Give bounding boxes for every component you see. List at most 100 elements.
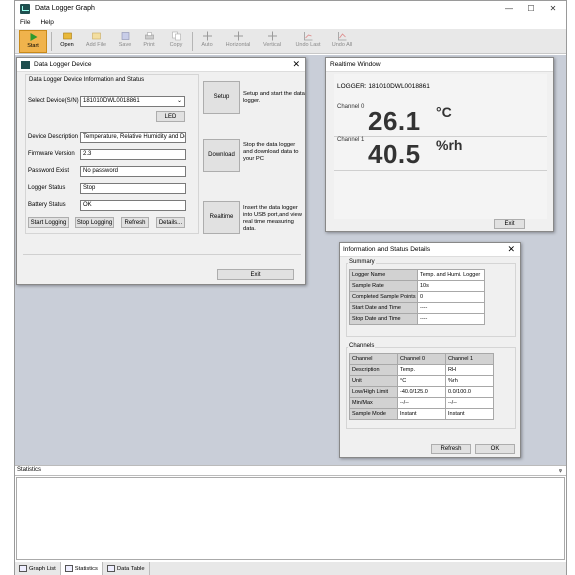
logger-status-label: Logger Status	[28, 185, 66, 191]
channels-row: Description Temp. RH	[349, 364, 494, 376]
device-select[interactable]: 181010DWL0018861 ⌄	[80, 96, 185, 107]
statistics-panel-header: Statistics ᵩ	[15, 465, 566, 476]
device-description-label: Device Description	[28, 134, 79, 140]
stop-logging-button[interactable]: Stop Logging	[75, 217, 114, 228]
password-exist-field: No password	[80, 166, 186, 177]
print-label: Print	[143, 42, 155, 48]
led-button[interactable]: LED	[156, 111, 185, 122]
setup-button[interactable]: Setup	[203, 81, 240, 114]
channels-key: Min/Max	[349, 397, 398, 409]
info-title-bar: Information and Status Details ✕	[340, 243, 520, 257]
tab-graph-list-label: Graph List	[29, 565, 56, 572]
info-ok-button[interactable]: OK	[475, 444, 515, 454]
summary-value: ----	[417, 313, 485, 325]
summary-value: 0	[417, 291, 485, 303]
graph-list-icon	[19, 565, 27, 572]
channels-row: Unit °C %rh	[349, 375, 494, 387]
download-button[interactable]: Download	[203, 139, 240, 172]
channels-row: Min/Max --/-- --/--	[349, 397, 494, 409]
info-refresh-button[interactable]: Refresh	[431, 444, 471, 454]
channel-0-label: Channel 0	[337, 104, 365, 110]
summary-key: Start Date and Time	[349, 302, 418, 314]
exit-button[interactable]: Exit	[217, 269, 294, 280]
close-icon[interactable]: ✕	[292, 59, 300, 70]
channel-0-unit: °C	[436, 104, 452, 120]
channels-header-cell: Channel 1	[445, 353, 494, 365]
tab-data-table[interactable]: Data Table	[103, 562, 150, 575]
vertical-label: Vertical	[262, 42, 282, 48]
info-title: Information and Status Details	[343, 246, 431, 253]
statistics-title: Statistics	[17, 467, 42, 473]
summary-key: Stop Date and Time	[349, 313, 418, 325]
toolbar-separator	[51, 32, 52, 51]
tab-statistics[interactable]: Statistics	[60, 562, 103, 575]
refresh-button[interactable]: Refresh	[121, 217, 149, 228]
undo-all-button[interactable]: Undo All	[326, 30, 358, 53]
save-button[interactable]: Save	[113, 30, 137, 53]
copy-button[interactable]: Copy	[163, 30, 189, 53]
horizontal-icon	[233, 31, 243, 41]
channels-value: Temp.	[397, 364, 446, 376]
realtime-button[interactable]: Realtime	[203, 201, 240, 234]
undo-last-icon	[303, 32, 312, 41]
summary-key: Logger Name	[349, 269, 418, 281]
bottom-tab-bar: Graph List Statistics Data Table	[15, 562, 566, 575]
channels-value: Instant	[397, 408, 446, 420]
channel-1-unit: %rh	[436, 137, 463, 153]
setup-description: Setup and start the data logger.	[243, 91, 305, 104]
menu-bar: File Help	[15, 17, 566, 29]
channels-value: 0.0/100.0	[445, 386, 494, 398]
summary-row: Start Date and Time ----	[349, 302, 485, 314]
realtime-exit-button[interactable]: Exit	[494, 219, 525, 229]
print-icon	[144, 32, 154, 40]
device-description-field[interactable]: Temperature, Relative Humidity and De	[80, 132, 186, 143]
divider	[23, 254, 301, 255]
vertical-button[interactable]: Vertical	[258, 30, 286, 53]
realtime-window: Realtime Window LOGGER: 181010DWL0018861…	[325, 57, 554, 232]
menu-help[interactable]: Help	[35, 17, 58, 29]
channels-value: Instant	[445, 408, 494, 420]
channels-value: °C	[397, 375, 446, 387]
open-button[interactable]: Open	[53, 30, 81, 53]
save-label: Save	[118, 42, 132, 48]
channels-table: Channel Channel 0 Channel 1 Description Temp…	[349, 353, 494, 420]
add-file-button[interactable]: Add File	[81, 30, 111, 53]
save-icon	[121, 32, 129, 40]
auto-button[interactable]: Auto	[195, 30, 219, 53]
start-button[interactable]: Start	[19, 30, 47, 53]
select-device-label: Select Device(S/N)	[28, 98, 79, 104]
tab-graph-list[interactable]: Graph List	[15, 562, 61, 575]
start-logging-button[interactable]: Start Logging	[28, 217, 69, 228]
divider	[334, 170, 547, 171]
app-logo-icon	[20, 4, 30, 14]
channels-value: -40.0/125.0	[397, 386, 446, 398]
logger-status-field: Stop	[80, 183, 186, 194]
firmware-version-field: 2.3	[80, 149, 186, 160]
minimize-button[interactable]: —	[498, 1, 520, 17]
summary-row: Completed Sample Points 0	[349, 291, 485, 303]
vertical-icon	[267, 31, 277, 41]
summary-row: Logger Name Temp. and Humi. Logger	[349, 269, 485, 281]
folder-icon	[62, 32, 72, 40]
summary-key: Sample Rate	[349, 280, 418, 292]
channels-header-cell: Channel 0	[397, 353, 446, 365]
menu-file[interactable]: File	[15, 17, 35, 29]
add-file-icon	[91, 32, 101, 40]
close-button[interactable]: ✕	[542, 1, 564, 17]
maximize-button[interactable]: ☐	[520, 1, 542, 17]
print-button[interactable]: Print	[137, 30, 161, 53]
info-status-dialog: Information and Status Details ✕ Summary…	[339, 242, 521, 458]
undo-last-button[interactable]: Undo Last	[292, 30, 324, 53]
battery-status-field: OK	[80, 200, 186, 211]
channels-key: Unit	[349, 375, 398, 387]
auto-scale-icon	[202, 31, 212, 41]
toolbar-separator	[192, 32, 193, 51]
app-title: Data Logger Graph	[35, 5, 95, 12]
close-icon[interactable]: ✕	[507, 244, 515, 255]
dialog-title: Data Logger Device	[34, 61, 92, 68]
copy-icon	[171, 31, 181, 41]
pin-icon[interactable]: ᵩ	[559, 466, 562, 473]
tab-statistics-label: Statistics	[74, 565, 98, 572]
details-button[interactable]: Details...	[156, 217, 185, 228]
horizontal-button[interactable]: Horizontal	[222, 30, 254, 53]
